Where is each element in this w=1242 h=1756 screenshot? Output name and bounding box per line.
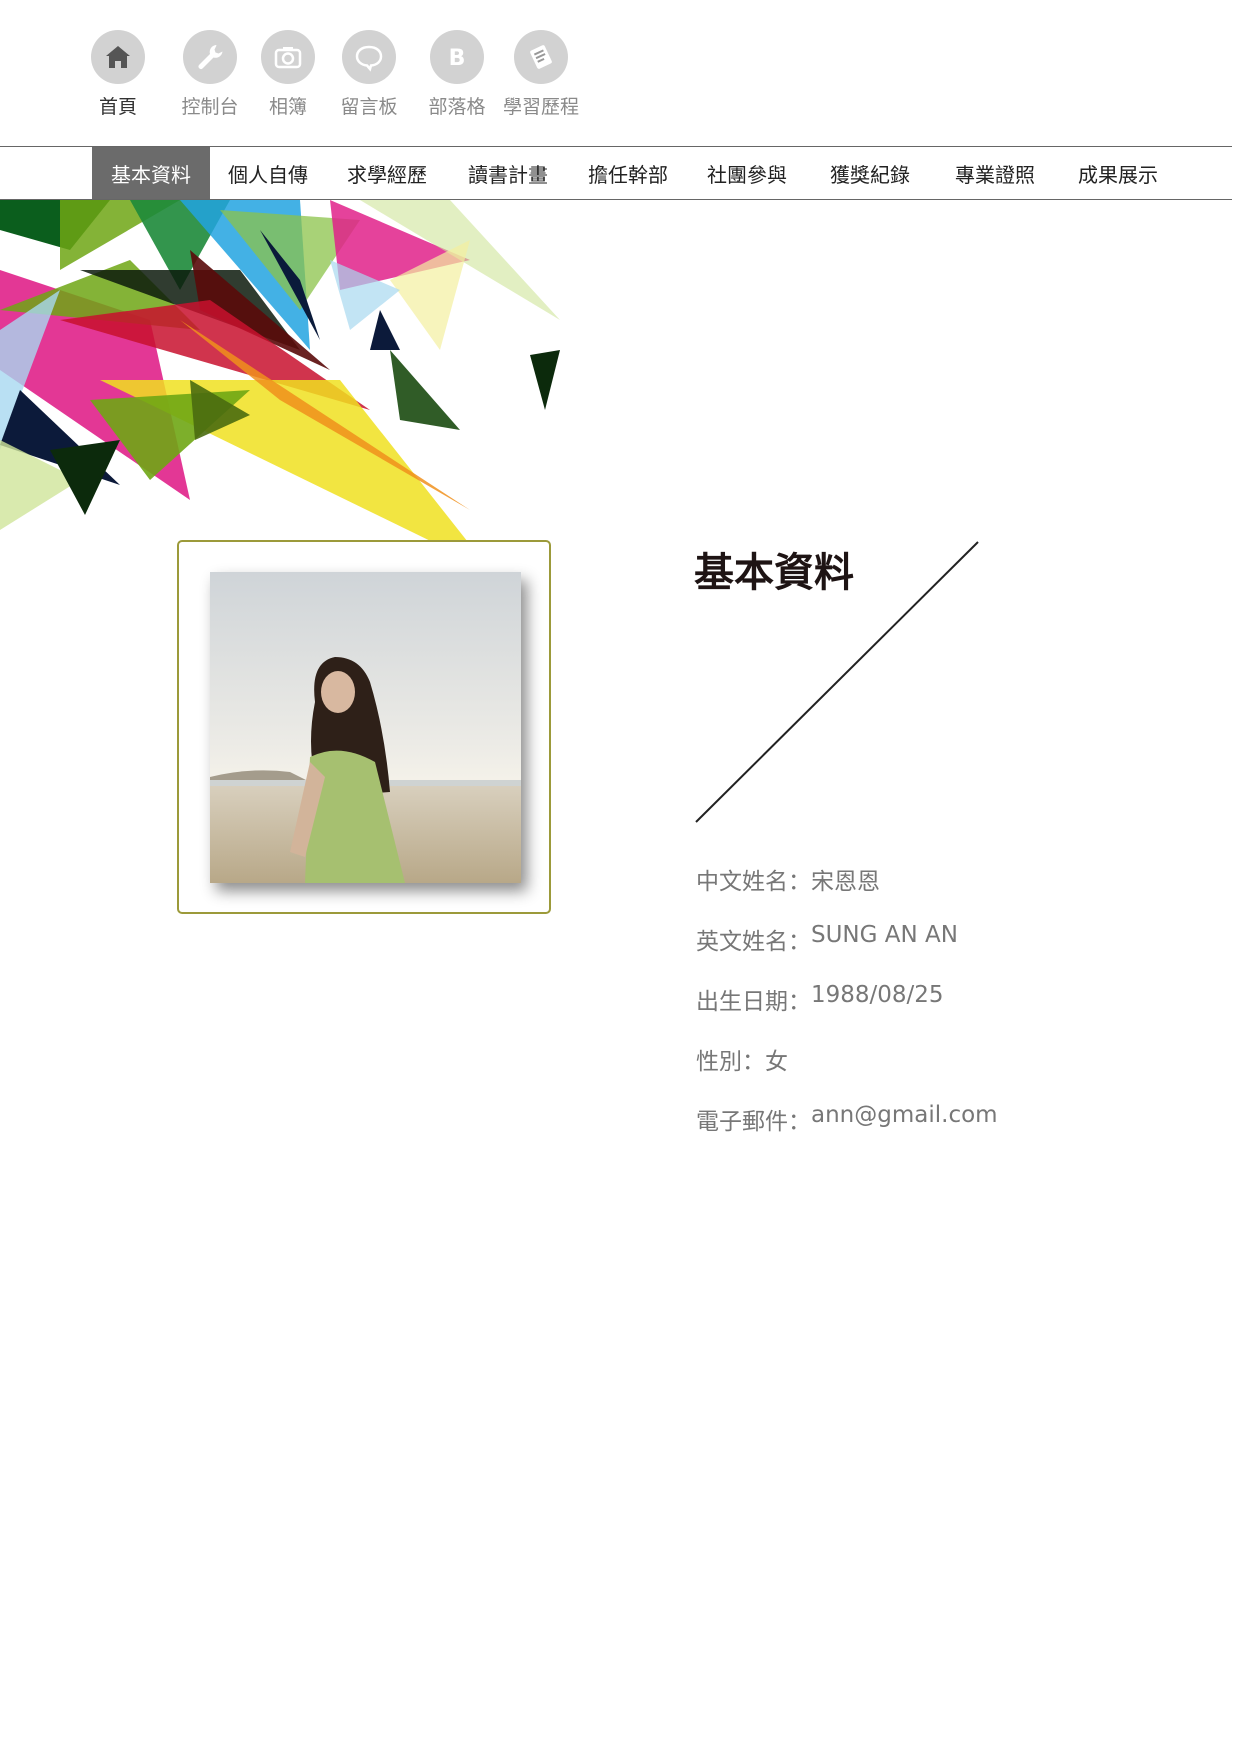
home-link[interactable]: 首頁: [88, 30, 148, 119]
blog-label: 部落格: [428, 96, 486, 118]
list-item: 電子郵件： ann@gmail.com: [696, 1102, 998, 1162]
blog-b-icon: B: [430, 30, 484, 84]
birthdate-value: 1988/08/25: [811, 982, 944, 1008]
album-label: 相簿: [268, 96, 307, 118]
tab-clubs[interactable]: 社團參與: [688, 147, 806, 199]
list-item: 英文姓名： SUNG AN AN: [696, 922, 998, 982]
tab-study-plan[interactable]: 讀書計畫: [448, 147, 568, 199]
decorative-diagonal-line: [695, 541, 979, 823]
album-link[interactable]: 相簿: [260, 30, 316, 119]
gender-label: 性別：: [696, 1049, 765, 1075]
profile-photo-frame: [177, 540, 551, 914]
tab-awards[interactable]: 獲獎紀錄: [806, 147, 934, 199]
profile-info-list: 中文姓名： 宋恩恩 英文姓名： SUNG AN AN 出生日期： 1988/08…: [696, 862, 998, 1162]
tab-certificates[interactable]: 專業證照: [934, 147, 1056, 199]
profile-photo: [210, 572, 521, 883]
chinese-name-value: 宋恩恩: [811, 869, 880, 895]
tab-basic-info[interactable]: 基本資料: [92, 147, 210, 199]
learning-history-link[interactable]: 學習歷程: [498, 30, 584, 119]
home-icon: [91, 30, 145, 84]
english-name-value: SUNG AN AN: [811, 922, 958, 948]
tab-achievements[interactable]: 成果展示: [1056, 147, 1180, 199]
guestbook-link[interactable]: 留言板: [336, 30, 402, 119]
chinese-name-label: 中文姓名：: [696, 869, 811, 895]
list-item: 性別： 女: [696, 1042, 998, 1102]
email-value[interactable]: ann@gmail.com: [811, 1102, 998, 1128]
camera-icon: [261, 30, 315, 84]
main-nav: 基本資料 個人自傳 求學經歷 讀書計畫 擔任幹部 社團參與 獲獎紀錄 專業證照 …: [0, 146, 1232, 200]
email-label: 電子郵件：: [696, 1109, 811, 1135]
blog-link[interactable]: B 部落格: [424, 30, 490, 119]
decorative-triangles: [0, 200, 570, 570]
console-link[interactable]: 控制台: [172, 30, 248, 119]
guestbook-label: 留言板: [340, 96, 398, 118]
tab-education[interactable]: 求學經歷: [326, 147, 448, 199]
console-label: 控制台: [181, 96, 239, 118]
svg-text:B: B: [449, 46, 466, 71]
home-label: 首頁: [98, 96, 137, 118]
wrench-icon: [183, 30, 237, 84]
speech-bubble-icon: [342, 30, 396, 84]
list-item: 中文姓名： 宋恩恩: [696, 862, 998, 922]
birthdate-label: 出生日期：: [696, 989, 811, 1015]
document-icon: [514, 30, 568, 84]
tab-autobiography[interactable]: 個人自傳: [210, 147, 326, 199]
learning-history-label: 學習歷程: [502, 96, 579, 118]
english-name-label: 英文姓名：: [696, 929, 811, 955]
tab-leadership[interactable]: 擔任幹部: [568, 147, 688, 199]
list-item: 出生日期： 1988/08/25: [696, 982, 998, 1042]
gender-value: 女: [765, 1049, 788, 1075]
top-icon-bar: 首頁 控制台 相簿 留言板 B 部落格 學習歷程: [88, 30, 584, 119]
